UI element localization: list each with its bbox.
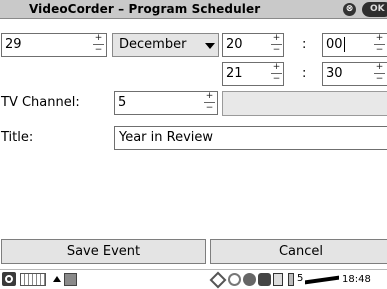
clipboard-icon[interactable] xyxy=(273,273,283,286)
start-hour-increment-button[interactable]: + xyxy=(269,33,284,44)
signal-bar-icon xyxy=(305,275,339,285)
start-hour-decrement-button[interactable]: − xyxy=(269,45,284,56)
time-separator: : xyxy=(302,37,307,52)
month-select[interactable]: December xyxy=(112,33,219,57)
start-minute-decrement-button[interactable]: − xyxy=(372,45,387,56)
up-arrow-icon[interactable] xyxy=(53,276,61,282)
media-icon[interactable] xyxy=(258,273,271,286)
end-minute-decrement-button[interactable]: − xyxy=(372,74,387,85)
taskbar: 5 18:48 xyxy=(0,269,387,289)
end-hour-increment-button[interactable]: + xyxy=(269,62,284,73)
app-icon[interactable] xyxy=(2,272,16,286)
title-input[interactable]: Year in Review xyxy=(114,126,387,150)
channel-name-display xyxy=(222,91,387,116)
battery-icon[interactable] xyxy=(288,273,294,286)
start-hour-stepper[interactable]: + − xyxy=(269,33,284,57)
link-icon[interactable] xyxy=(228,273,241,286)
close-icon[interactable]: ⊗ xyxy=(343,3,356,16)
chevron-down-icon[interactable] xyxy=(205,43,215,49)
tv-channel-decrement-button[interactable]: − xyxy=(202,103,217,114)
ok-button[interactable]: OK xyxy=(362,2,387,17)
cancel-button[interactable]: Cancel xyxy=(210,239,387,264)
save-event-button[interactable]: Save Event xyxy=(1,239,206,264)
day-increment-button[interactable]: + xyxy=(91,33,106,44)
text-cursor xyxy=(344,37,345,52)
day-decrement-button[interactable]: − xyxy=(91,45,106,56)
time-separator: : xyxy=(302,66,307,81)
end-hour-stepper[interactable]: + − xyxy=(269,62,284,86)
end-hour-decrement-button[interactable]: − xyxy=(269,74,284,85)
title-bar: VideoCorder – Program Scheduler ⊗ OK xyxy=(0,0,387,19)
globe-icon[interactable] xyxy=(243,273,256,286)
keyboard-icon[interactable] xyxy=(20,273,46,286)
signal-strength: 5 xyxy=(297,273,304,284)
end-minute-increment-button[interactable]: + xyxy=(372,62,387,73)
start-minute-increment-button[interactable]: + xyxy=(372,33,387,44)
window-title: VideoCorder – Program Scheduler xyxy=(29,2,261,16)
month-value: December xyxy=(119,37,187,52)
window-switcher-icon[interactable] xyxy=(64,273,77,286)
start-minute-stepper[interactable]: + − xyxy=(372,33,387,57)
tv-channel-stepper[interactable]: + − xyxy=(202,91,217,115)
tv-channel-increment-button[interactable]: + xyxy=(202,91,217,102)
tv-channel-label: TV Channel: xyxy=(1,95,80,110)
clock[interactable]: 18:48 xyxy=(342,274,371,285)
end-minute-stepper[interactable]: + − xyxy=(372,62,387,86)
title-label: Title: xyxy=(1,130,34,145)
day-stepper[interactable]: + − xyxy=(91,33,106,57)
network-icon[interactable] xyxy=(209,271,227,289)
